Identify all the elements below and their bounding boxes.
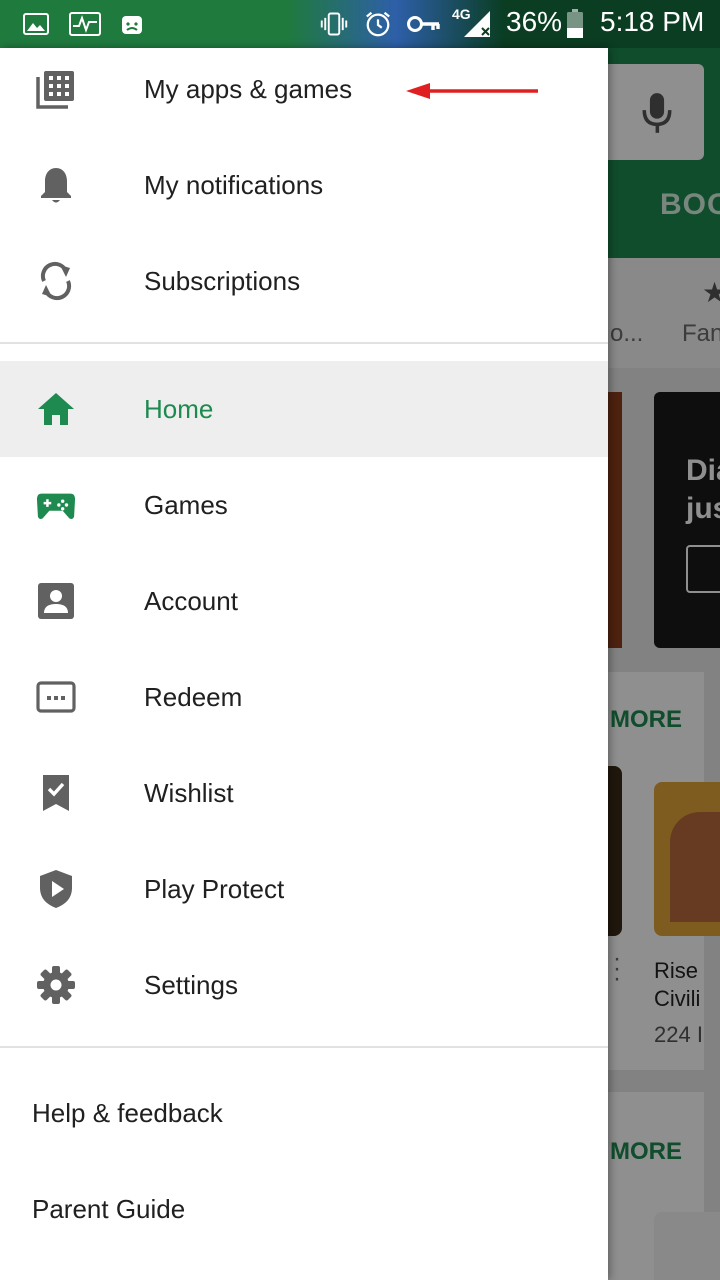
drawer-item-account[interactable]: Account: [0, 553, 608, 649]
apps-grid-icon: [36, 69, 76, 109]
drawer-item-home[interactable]: Home: [0, 361, 608, 457]
drawer-item-help-feedback[interactable]: Help & feedback: [0, 1065, 608, 1161]
drawer-item-label: Help & feedback: [32, 1098, 223, 1128]
battery-percent: 36%: [506, 6, 563, 37]
sync-icon: [36, 261, 76, 301]
redeem-icon: [36, 677, 76, 717]
activity-icon: [68, 10, 102, 38]
drawer-item-play-protect[interactable]: Play Protect: [0, 841, 608, 937]
alarm-icon: [364, 10, 392, 38]
drawer-item-subscriptions[interactable]: Subscriptions: [0, 233, 608, 329]
drawer-item-label: Subscriptions: [144, 266, 301, 296]
vpn-key-icon: [406, 10, 442, 38]
drawer-item-parent-guide[interactable]: Parent Guide: [0, 1161, 608, 1257]
drawer-item-label: Parent Guide: [32, 1194, 186, 1224]
divider: [0, 342, 608, 344]
drawer-item-label: Play Protect: [144, 874, 285, 904]
drawer-item-label: Account: [144, 586, 238, 616]
drawer-item-label: Wishlist: [144, 778, 234, 808]
bell-icon: [36, 165, 76, 205]
drawer-item-label: Settings: [144, 970, 238, 1000]
drawer-item-label: My apps & games: [144, 74, 353, 104]
annotation-arrow-icon: [406, 83, 538, 99]
drawer-item-redeem[interactable]: Redeem: [0, 649, 608, 745]
gallery-icon: [22, 10, 50, 38]
signal-icon: [462, 10, 492, 38]
home-icon: [36, 389, 76, 429]
drawer-item-my-notifications[interactable]: My notifications: [0, 137, 608, 233]
navigation-drawer: My apps & games My notifications Subscri…: [0, 48, 608, 1280]
vibrate-icon: [320, 10, 348, 38]
drawer-item-label: Redeem: [144, 682, 243, 712]
drawer-item-label: My notifications: [144, 170, 324, 200]
gamepad-icon: [36, 485, 76, 525]
drawer-item-label: Games: [144, 490, 228, 520]
battery-icon: [566, 9, 584, 38]
drawer-item-games[interactable]: Games: [0, 457, 608, 553]
app-notification-icon: [118, 10, 146, 38]
wishlist-icon: [36, 773, 76, 813]
drawer-item-wishlist[interactable]: Wishlist: [0, 745, 608, 841]
shield-play-icon: [36, 869, 76, 909]
drawer-item-label: Home: [144, 394, 214, 424]
account-icon: [36, 581, 76, 621]
clock: 5:18 PM: [600, 6, 705, 37]
drawer-item-settings[interactable]: Settings: [0, 937, 608, 1033]
gear-icon: [36, 965, 76, 1005]
divider: [0, 1046, 608, 1048]
